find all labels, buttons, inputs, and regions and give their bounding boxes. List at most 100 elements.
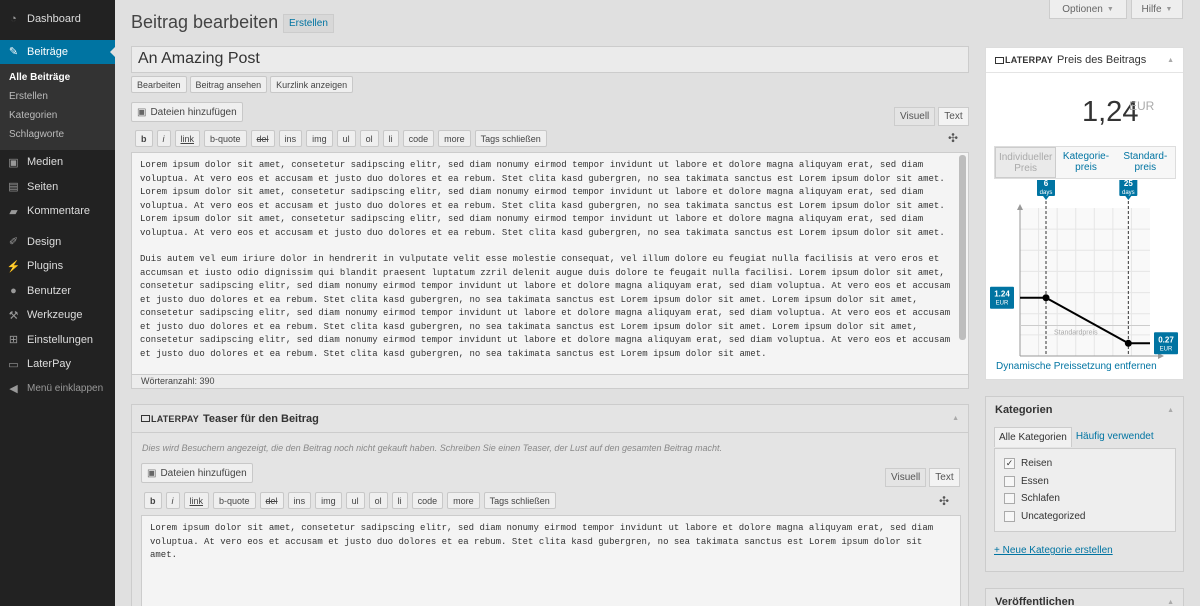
li-button[interactable]: li — [382, 130, 399, 147]
sidebar-item-media[interactable]: ▣ Medien — [0, 150, 115, 175]
category-checkbox[interactable]: ✓ — [1004, 458, 1015, 470]
help-button[interactable]: Hilfe ▼ — [1131, 0, 1183, 19]
sidebar-item-dashboard[interactable]: ◔ Dashboard — [0, 7, 115, 32]
img-button[interactable]: img — [306, 130, 333, 147]
ins-button[interactable]: ins — [278, 130, 303, 147]
bold-button[interactable]: b — [144, 492, 162, 509]
sidebar-item-users[interactable]: ● Benutzer — [0, 279, 115, 304]
sidebar-submenu: Alle Beiträge Erstellen Kategorien Schla… — [0, 64, 115, 150]
tab-text[interactable]: Text — [929, 468, 960, 487]
tab-individual-price[interactable]: Individueller Preis — [995, 147, 1057, 178]
li-button[interactable]: li — [391, 492, 408, 509]
teaser-content-textarea[interactable]: Lorem ipsum dolor sit amet, consetetur s… — [141, 515, 961, 606]
add-media-button[interactable]: ▣ Dateien hinzufügen — [131, 102, 243, 122]
editor-scrollbar[interactable] — [959, 155, 966, 340]
italic-button[interactable]: i — [156, 130, 171, 147]
code-button[interactable]: code — [402, 130, 435, 147]
sidebar-item-settings[interactable]: ⊞ Einstellungen — [0, 328, 115, 353]
ul-button[interactable]: ul — [345, 492, 365, 509]
view-post-button[interactable]: Beitrag ansehen — [189, 76, 268, 93]
category-checkbox[interactable] — [1004, 493, 1015, 505]
tab-all-categories[interactable]: Alle Kategorien — [994, 427, 1072, 447]
chevron-up-icon[interactable]: ▲ — [1167, 407, 1174, 414]
list-item[interactable]: Schlafen — [1004, 490, 1166, 508]
sidebar-item-pages[interactable]: ▤ Seiten — [0, 175, 115, 200]
italic-button[interactable]: i — [165, 492, 180, 509]
price-box-header[interactable]: LATERPAY Preis des Beitrags ▲ — [986, 48, 1183, 73]
chevron-up-icon[interactable]: ▲ — [1167, 57, 1174, 64]
list-item[interactable]: Essen — [1004, 473, 1166, 491]
del-button[interactable]: del — [259, 492, 284, 509]
chevron-up-icon[interactable]: ▲ — [952, 415, 959, 422]
plugin-icon: ⚡ — [6, 260, 21, 273]
sidebar-collapse[interactable]: ◀ Menü einklappen — [0, 377, 115, 402]
sidebar-item-tools[interactable]: ⚒ Werkzeuge — [0, 303, 115, 328]
img-button[interactable]: img — [315, 492, 342, 509]
ul-button[interactable]: ul — [336, 130, 356, 147]
submenu-create[interactable]: Erstellen — [0, 87, 115, 106]
link-button[interactable]: link — [183, 492, 210, 509]
edit-permalink-button[interactable]: Bearbeiten — [131, 76, 187, 93]
tab-text[interactable]: Text — [938, 107, 969, 126]
sidebar-item-label: Design — [27, 235, 62, 248]
sidebar-item-posts[interactable]: ✎ Beiträge — [0, 39, 115, 64]
ins-button[interactable]: ins — [287, 492, 312, 509]
del-button[interactable]: del — [250, 130, 275, 147]
categories-box-header[interactable]: Kategorien ▲ — [986, 397, 1183, 423]
code-button[interactable]: code — [411, 492, 444, 509]
ol-button[interactable]: ol — [368, 492, 388, 509]
sidebar-item-laterpay[interactable]: ▭ LaterPay — [0, 352, 115, 377]
create-button[interactable]: Erstellen — [283, 14, 334, 33]
chart-data-point — [1042, 294, 1050, 302]
fullscreen-icon[interactable]: ✣ — [939, 494, 949, 508]
fullscreen-icon[interactable]: ✣ — [948, 131, 958, 145]
remove-dynamic-pricing-link[interactable]: Dynamische Preissetzung entfernen — [996, 361, 1157, 372]
category-checkbox[interactable] — [1004, 510, 1015, 522]
laterpay-icon: ▭ — [8, 358, 19, 371]
publish-box-header[interactable]: Veröffentlichen ▲ — [986, 589, 1183, 606]
post-title-input[interactable]: An Amazing Post — [131, 46, 969, 73]
price-box: LATERPAY Preis des Beitrags ▲ 1,24 EUR I… — [985, 47, 1184, 380]
link-button[interactable]: link — [174, 130, 201, 147]
chart-marker-flag-tip — [1125, 196, 1132, 200]
sidebar-item-design[interactable]: ✐ Design — [0, 230, 115, 255]
tab-category-price[interactable]: Kategorie-preis — [1056, 147, 1115, 178]
list-item[interactable]: ✓ Reisen — [1004, 455, 1166, 473]
submenu-tags[interactable]: Schlagworte — [0, 125, 115, 144]
tab-popular-categories[interactable]: Häufig verwendet — [1072, 427, 1158, 447]
laterpay-logo: LATERPAY — [995, 55, 1053, 65]
category-tabs: Alle Kategorien Häufig verwendet — [994, 427, 1158, 447]
chevron-up-icon[interactable]: ▲ — [1167, 599, 1174, 606]
sidebar-item-comments[interactable]: ▰ Kommentare — [0, 199, 115, 224]
laterpay-logo: LATERPAY — [141, 414, 199, 424]
blockquote-button[interactable]: b-quote — [204, 130, 247, 147]
close-tags-button[interactable]: Tags schließen — [483, 492, 556, 509]
add-category-link[interactable]: + Neue Kategorie erstellen — [994, 545, 1113, 556]
list-item[interactable]: Uncategorized — [1004, 508, 1166, 526]
screen-options-button[interactable]: Optionen ▼ — [1049, 0, 1127, 19]
help-label: Hilfe — [1141, 3, 1162, 15]
settings-icon: ⊞ — [8, 334, 19, 347]
tab-standard-price[interactable]: Standard-preis — [1116, 147, 1175, 178]
teaser-box-title: Teaser für den Beitrag — [202, 412, 319, 425]
shortlink-button[interactable]: Kurzlink anzeigen — [270, 76, 354, 93]
submenu-all-posts[interactable]: Alle Beiträge — [0, 68, 115, 87]
teaser-add-media-button[interactable]: ▣ Dateien hinzufügen — [141, 463, 253, 483]
blockquote-button[interactable]: b-quote — [213, 492, 256, 509]
bold-button[interactable]: b — [135, 130, 153, 147]
category-checkbox[interactable] — [1004, 475, 1015, 487]
ol-button[interactable]: ol — [359, 130, 379, 147]
more-button[interactable]: more — [447, 492, 480, 509]
sidebar-item-plugins[interactable]: ⚡ Plugins — [0, 254, 115, 279]
close-tags-button[interactable]: Tags schließen — [474, 130, 547, 147]
tab-visual[interactable]: Visuell — [885, 468, 927, 487]
more-button[interactable]: more — [438, 130, 471, 147]
chart-start-price-unit: EUR — [996, 301, 1009, 307]
submenu-categories[interactable]: Kategorien — [0, 106, 115, 125]
add-media-label: Dateien hinzufügen — [160, 467, 247, 479]
dashboard-icon: ◔ — [10, 13, 17, 26]
post-content-textarea[interactable]: Lorem ipsum dolor sit amet, consetetur s… — [131, 152, 969, 375]
teaser-box-header[interactable]: LATERPAY Teaser für den Beitrag ▲ — [132, 405, 968, 433]
dynamic-pricing-chart[interactable]: Standardpreis 6 days 25 days 1.24 EUR 0.27 EUR — [990, 180, 1180, 360]
tab-visual[interactable]: Visuell — [894, 107, 936, 126]
